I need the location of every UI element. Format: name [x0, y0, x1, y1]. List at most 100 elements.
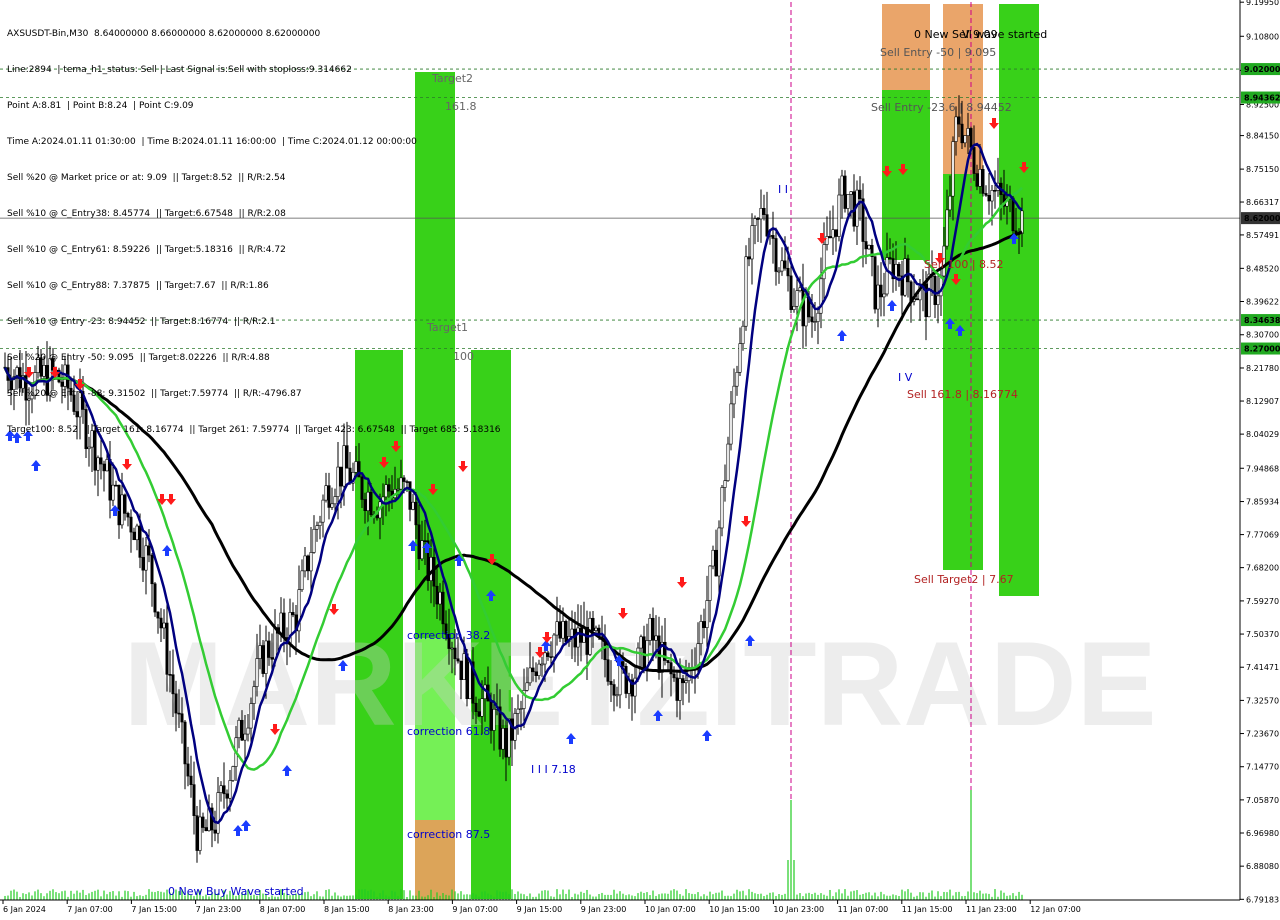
candle-body — [165, 622, 169, 675]
price-tick-label: 8.04029 — [1246, 430, 1279, 439]
candle-body — [915, 298, 919, 301]
candle-body — [225, 793, 229, 799]
candle-body — [396, 488, 400, 491]
candle-body — [945, 209, 949, 247]
candle-body — [462, 653, 466, 680]
price-tick-label: 8.21780 — [1246, 364, 1279, 373]
info-line: Sell %20 @ Entry -50: 9.095 || Target:8.… — [7, 353, 270, 363]
candle-body — [735, 372, 739, 387]
info-line: Sell %10 @ C_Entry38: 8.45774 || Target:… — [7, 209, 286, 219]
info-line: AXSUSDT-Bin,M30 8.64000000 8.66000000 8.… — [7, 29, 321, 39]
candle-body — [147, 545, 151, 556]
candle-body — [699, 621, 703, 645]
candle-body — [186, 763, 190, 777]
candle-body — [546, 652, 550, 657]
time-tick-label: 7 Jan 15:00 — [131, 905, 177, 914]
candle-body — [594, 627, 598, 631]
candle-body — [963, 135, 967, 144]
candle-body — [459, 660, 463, 680]
candle-body — [339, 466, 343, 487]
time-tick-label: 9 Jan 07:00 — [452, 905, 498, 914]
candle-body — [717, 527, 721, 577]
candle-body — [465, 653, 469, 700]
candle-body — [468, 661, 472, 700]
info-line: Target100: 8.52 || Target 161: 8.16774 |… — [7, 425, 501, 435]
candle-body — [333, 496, 337, 505]
candle-body — [723, 480, 727, 488]
candle-body — [795, 290, 799, 307]
time-tick-label: 10 Jan 15:00 — [709, 905, 760, 914]
candle-body — [828, 236, 832, 239]
candle-body — [534, 671, 538, 677]
price-tick-label: 7.14770 — [1246, 763, 1279, 772]
ann-wave3: I I I 7.18 — [531, 763, 576, 776]
candle-body — [135, 525, 139, 541]
candle-body — [102, 463, 106, 472]
candle-body — [177, 712, 181, 715]
candle-body — [654, 635, 658, 641]
candle-body — [531, 667, 535, 673]
candle-body — [609, 681, 613, 685]
candle-body — [867, 244, 871, 250]
ann-correction618: correction 61.8 — [407, 725, 490, 738]
candle-body — [762, 207, 766, 215]
price-tag-label: 8.27000 — [1244, 345, 1280, 354]
candle-body — [804, 296, 808, 327]
candle-body — [750, 225, 754, 260]
candle-body — [201, 816, 205, 828]
candle-body — [882, 293, 886, 298]
candle-body — [666, 660, 670, 663]
candle-body — [453, 647, 457, 660]
candle-body — [570, 628, 574, 637]
candle-body — [789, 275, 793, 310]
candle-body — [168, 674, 172, 676]
candle-body — [549, 656, 553, 658]
candle-body — [414, 501, 418, 526]
price-tick-label: 8.30700 — [1246, 331, 1279, 340]
price-tick-label: 7.23670 — [1246, 730, 1279, 739]
price-tag-label: 8.62000 — [1244, 214, 1280, 223]
candle-body — [951, 141, 955, 197]
candle-body — [771, 235, 775, 239]
candle-body — [858, 189, 862, 200]
candle-body — [336, 466, 340, 497]
ann-wave1: I I — [778, 183, 788, 196]
candle-body — [975, 173, 979, 187]
price-tag-label: 9.02000 — [1244, 65, 1280, 74]
candle-body — [231, 766, 235, 781]
price-tick-label: 8.48520 — [1246, 264, 1279, 273]
candle-body — [984, 193, 988, 196]
candle-body — [189, 775, 193, 785]
candle-body — [123, 494, 127, 514]
candle-body — [219, 785, 223, 793]
price-tag-label: 8.34638 — [1244, 316, 1280, 325]
candle-body — [270, 657, 274, 660]
candle-body — [960, 123, 964, 144]
ann-wave4: I V — [898, 371, 913, 384]
candle-body — [780, 260, 784, 272]
candle-body — [948, 195, 952, 211]
candle-body — [438, 591, 442, 605]
candle-body — [321, 499, 325, 523]
price-tick-label: 8.39622 — [1246, 297, 1279, 306]
candle-body — [798, 287, 802, 291]
candle-body — [261, 645, 265, 674]
candle-body — [873, 256, 877, 310]
candle-body — [480, 698, 484, 717]
candle-body — [162, 622, 166, 629]
info-line: Line:2894 | tema_h1_status: Sell | Last … — [7, 65, 352, 75]
candle-body — [843, 175, 847, 209]
candle-body — [837, 194, 841, 237]
candle-body — [324, 485, 328, 501]
candle-body — [576, 627, 580, 648]
candle-body — [555, 621, 559, 636]
candle-body — [105, 459, 109, 472]
candle-body — [402, 477, 406, 482]
ann-buy-wave: 0 New Buy Wave started — [168, 885, 304, 898]
candle-body — [834, 229, 838, 237]
candle-body — [300, 570, 304, 590]
candle-body — [120, 494, 124, 526]
candle-body — [990, 190, 994, 202]
candle-body — [108, 459, 112, 501]
info-line: Sell %10 @ C_Entry88: 7.37875 || Target:… — [7, 281, 269, 291]
